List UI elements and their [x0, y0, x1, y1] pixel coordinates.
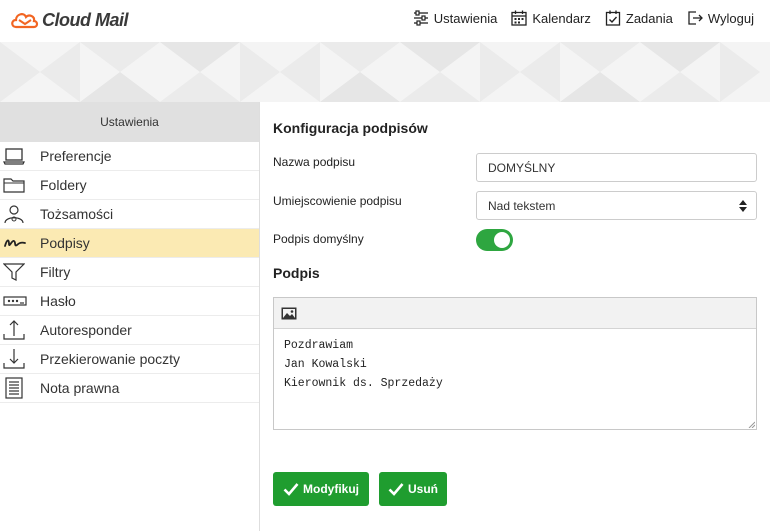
sidebar-item-label: Foldery	[40, 177, 87, 193]
nav-tasks[interactable]: Zadania	[605, 10, 673, 26]
tasks-icon	[605, 10, 621, 26]
modify-button[interactable]: Modyfikuj	[273, 472, 369, 506]
modify-button-label: Modyfikuj	[303, 482, 359, 496]
signature-editor: Pozdrawiam Jan Kowalski Kierownik ds. Sp…	[273, 297, 757, 430]
signature-placement-select[interactable]: Nad tekstem	[476, 191, 757, 220]
document-icon	[0, 377, 40, 399]
nav-logout[interactable]: Wyloguj	[687, 10, 754, 26]
signature-icon	[0, 235, 40, 251]
resize-grip-icon[interactable]	[748, 421, 755, 428]
top-navigation: Ustawienia Kalendarz Zadania Wyloguj	[399, 10, 754, 26]
user-icon	[0, 204, 40, 224]
delete-button[interactable]: Usuń	[379, 472, 447, 506]
sidebar-item-forwarding[interactable]: Przekierowanie poczty	[0, 345, 259, 374]
sidebar-item-identities[interactable]: Tożsamości	[0, 200, 259, 229]
download-arrow-icon	[0, 348, 40, 370]
signature-section-title: Podpis	[273, 265, 320, 281]
editor-toolbar	[274, 298, 756, 329]
checkmark-icon	[283, 483, 299, 496]
sidebar-item-preferences[interactable]: Preferencje	[0, 142, 259, 171]
logo-text: Cloud Mail	[42, 9, 129, 30]
sidebar-item-label: Przekierowanie poczty	[40, 351, 181, 367]
header-banner	[0, 42, 770, 102]
nav-logout-label: Wyloguj	[707, 10, 754, 26]
default-signature-label: Podpis domyślny	[273, 232, 364, 246]
nav-settings[interactable]: Ustawienia	[413, 10, 498, 26]
calendar-icon	[511, 10, 527, 26]
app-logo[interactable]: Cloud Mail	[10, 9, 129, 31]
sidebar-header: Ustawienia	[0, 102, 259, 142]
sidebar-item-label: Nota prawna	[40, 380, 120, 396]
sliders-icon	[413, 10, 428, 26]
sidebar-item-legal-note[interactable]: Nota prawna	[0, 374, 259, 403]
sidebar-item-label: Podpisy	[40, 235, 90, 251]
signature-line: Kierownik ds. Sprzedaży	[284, 377, 443, 390]
sidebar-item-filters[interactable]: Filtry	[0, 258, 259, 287]
laptop-icon	[0, 147, 40, 165]
nav-tasks-label: Zadania	[625, 10, 673, 26]
checkmark-icon	[388, 483, 404, 496]
sidebar-item-label: Autoresponder	[40, 322, 132, 338]
sidebar-item-label: Tożsamości	[40, 206, 114, 222]
folder-icon	[0, 176, 40, 194]
sidebar-item-autoresponder[interactable]: Autoresponder	[0, 316, 259, 345]
sidebar-item-folders[interactable]: Foldery	[0, 171, 259, 200]
signature-name-input[interactable]: DOMYŚLNY	[476, 153, 757, 182]
signature-line: Pozdrawiam	[284, 339, 354, 352]
upload-arrow-icon	[0, 319, 40, 341]
default-signature-toggle[interactable]	[476, 229, 513, 251]
sidebar-item-signatures[interactable]: Podpisy	[0, 229, 259, 258]
cloud-mail-logo-icon	[11, 13, 39, 29]
triangle-pattern	[0, 42, 770, 102]
signature-text-area[interactable]: Pozdrawiam Jan Kowalski Kierownik ds. Sp…	[274, 329, 756, 400]
sidebar-item-password[interactable]: Hasło	[0, 287, 259, 316]
signature-placement-value: Nad tekstem	[488, 198, 556, 213]
nav-calendar[interactable]: Kalendarz	[511, 10, 591, 26]
logout-icon	[688, 11, 703, 25]
select-arrows-icon	[739, 200, 747, 212]
sidebar-item-label: Filtry	[40, 264, 71, 280]
sidebar-item-label: Hasło	[40, 293, 76, 309]
signature-name-label: Nazwa podpisu	[273, 155, 356, 169]
filter-icon	[0, 262, 40, 282]
signature-placement-label: Umiejscowienie podpisu	[273, 194, 402, 208]
toggle-knob	[494, 232, 510, 248]
delete-button-label: Usuń	[408, 482, 438, 496]
password-icon	[0, 294, 40, 308]
insert-image-icon[interactable]	[281, 307, 297, 320]
nav-calendar-label: Kalendarz	[532, 10, 591, 26]
signature-line: Jan Kowalski	[284, 358, 367, 371]
nav-settings-label: Ustawienia	[433, 10, 498, 26]
page-title: Konfiguracja podpisów	[273, 120, 428, 136]
signature-name-value: DOMYŚLNY	[488, 160, 556, 175]
app-header: Cloud Mail Ustawienia Kalendarz Zadania …	[0, 0, 770, 42]
sidebar-item-label: Preferencje	[40, 148, 112, 164]
settings-sidebar: Ustawienia Preferencje Foldery Tożsamośc…	[0, 102, 260, 531]
